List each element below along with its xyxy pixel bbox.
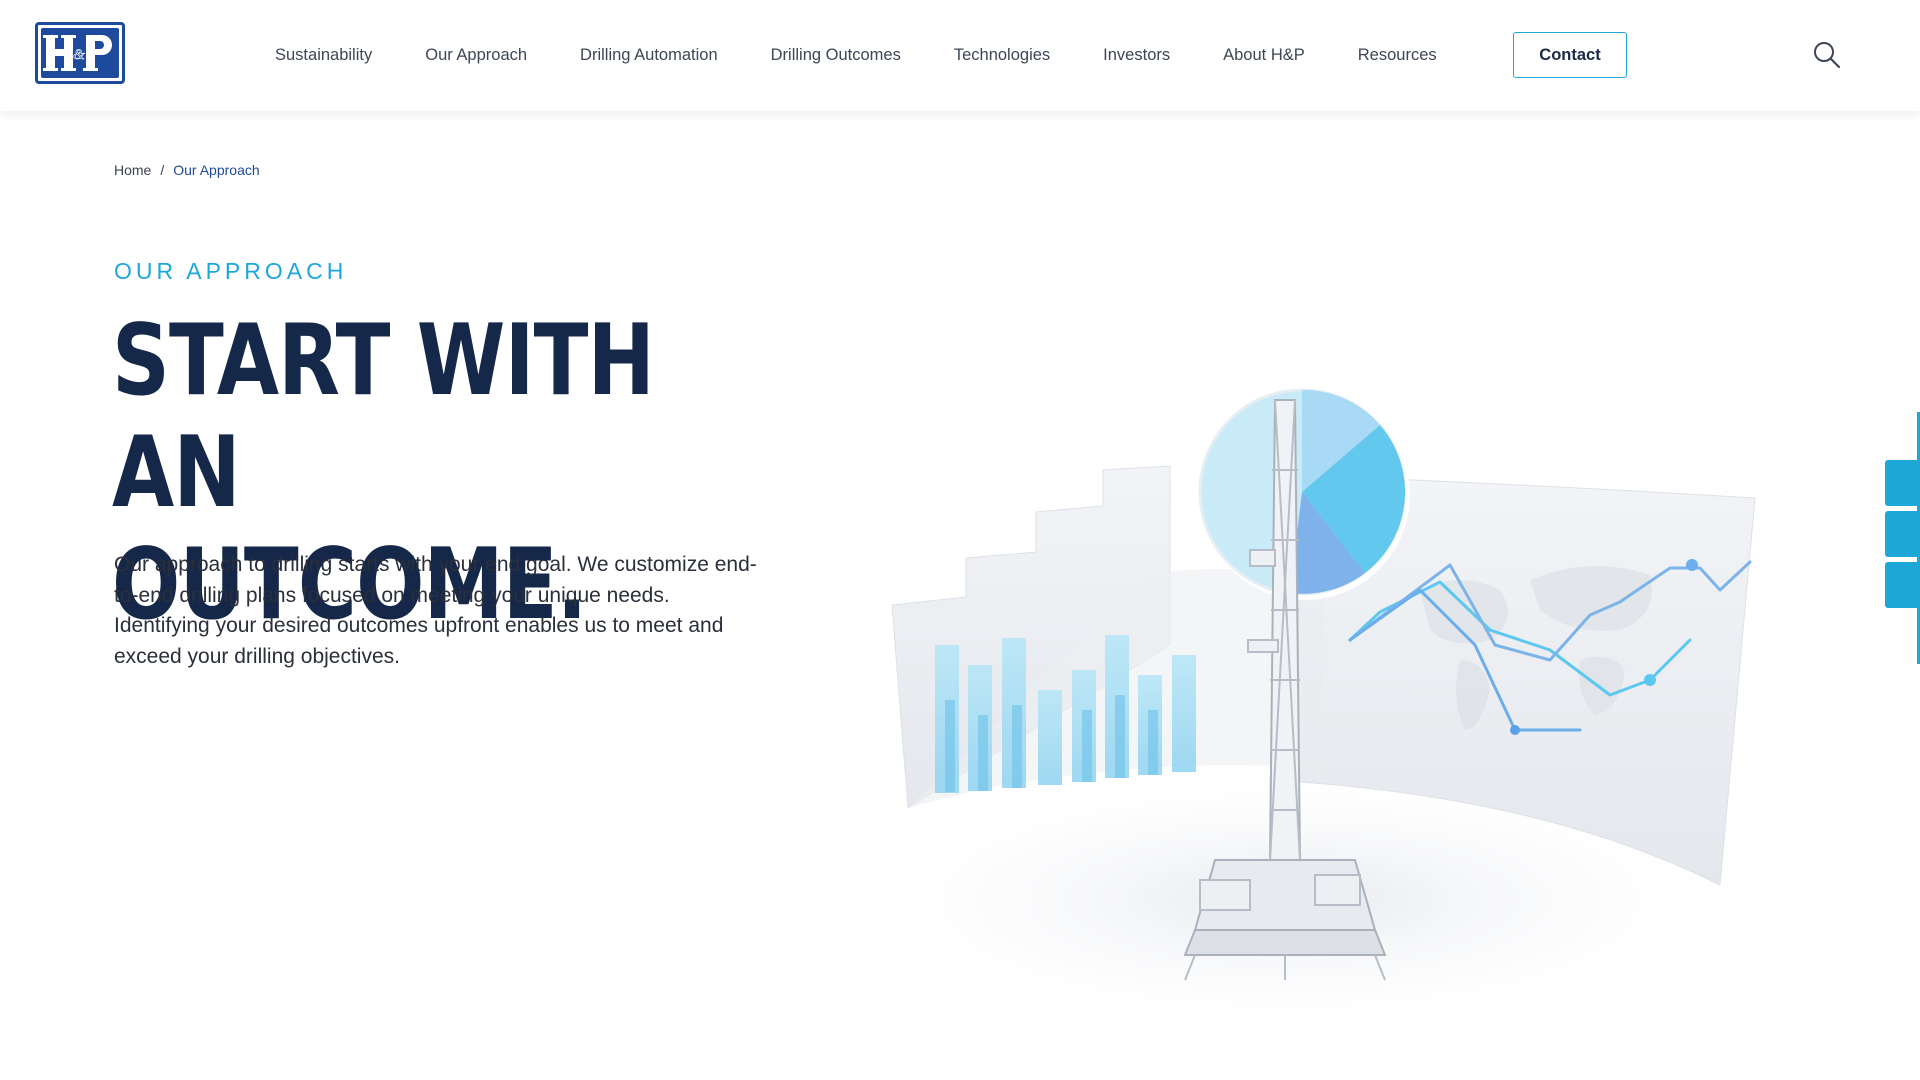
side-tab-1[interactable] — [1885, 460, 1920, 506]
side-tab-3[interactable] — [1885, 562, 1920, 608]
nav-investors[interactable]: Investors — [1103, 46, 1170, 65]
breadcrumb-home[interactable]: Home — [114, 162, 151, 178]
hero-description: Our approach to drilling starts with you… — [114, 553, 757, 668]
contact-button[interactable]: Contact — [1513, 32, 1627, 78]
nav-resources[interactable]: Resources — [1358, 46, 1437, 65]
hp-logo-icon: & — [43, 35, 112, 71]
svg-text:&: & — [73, 47, 85, 63]
side-tab-2[interactable] — [1885, 511, 1920, 557]
search-button[interactable] — [1812, 40, 1842, 70]
nav-sustainability[interactable]: Sustainability — [275, 46, 372, 65]
main-nav: Sustainability Our Approach Drilling Aut… — [275, 0, 1490, 111]
breadcrumb-current[interactable]: Our Approach — [173, 162, 259, 178]
nav-drilling-outcomes[interactable]: Drilling Outcomes — [771, 46, 901, 65]
section-eyebrow: OUR APPROACH — [114, 258, 348, 284]
logo-mark: & — [41, 28, 119, 78]
nav-drilling-automation[interactable]: Drilling Automation — [580, 46, 718, 65]
nav-about[interactable]: About H&P — [1223, 46, 1305, 65]
breadcrumb-separator: / — [160, 162, 165, 178]
search-icon — [1814, 42, 1841, 69]
page-title-line-1: START WITH AN — [112, 304, 655, 530]
nav-our-approach[interactable]: Our Approach — [425, 46, 527, 65]
breadcrumb: Home / Our Approach — [114, 162, 260, 178]
nav-technologies[interactable]: Technologies — [954, 46, 1050, 65]
hp-logo[interactable]: & — [35, 22, 125, 84]
pie-chart-graphic — [1198, 388, 1410, 600]
drilling-rig-illustration — [820, 388, 1760, 1040]
site-header: & Sustainability Our Approach Drilling A… — [0, 0, 1920, 111]
